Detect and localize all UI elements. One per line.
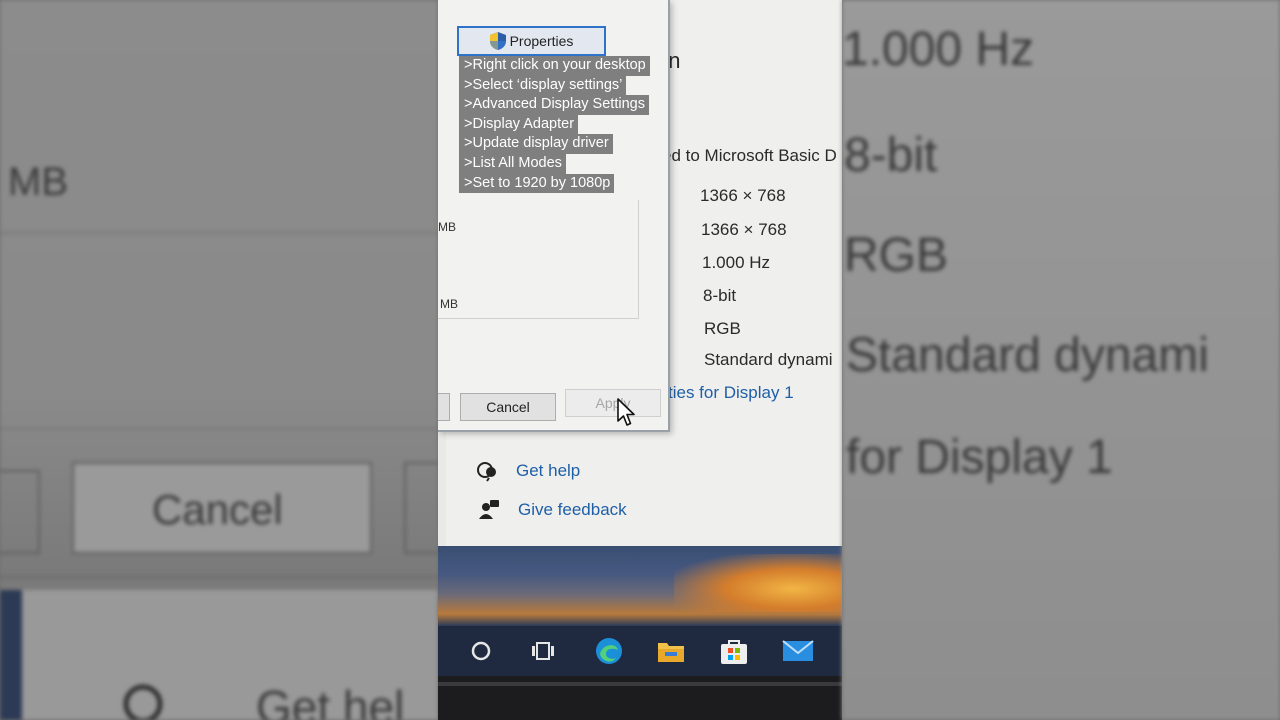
bit-depth-value: 8-bit: [703, 286, 737, 305]
blurred-get-help-label: Get hel: [256, 681, 405, 720]
sunset-glow: [674, 554, 842, 612]
blurred-taskbar-edge: [0, 590, 22, 720]
blurred-help-area: Get hel: [20, 590, 438, 720]
blurred-bit-depth: 8-bit: [844, 129, 938, 182]
blurred-display-link: for Display 1: [846, 431, 1113, 484]
active-signal-resolution-value: 1366 × 768: [701, 220, 787, 239]
desktop-resolution-value: 1366 × 768: [700, 186, 786, 205]
cortana-icon[interactable]: [465, 635, 497, 667]
ok-button[interactable]: [438, 393, 450, 421]
divider: [0, 428, 438, 430]
color-space-value: Standard dynami: [704, 350, 833, 369]
blurred-cancel-label: Cancel: [152, 486, 283, 533]
taskbar: [438, 626, 842, 676]
properties-button-label: Properties: [509, 33, 574, 49]
uac-shield-icon: [489, 32, 506, 50]
give-feedback-link[interactable]: Give feedback: [518, 500, 627, 520]
bezel-edge: [438, 682, 842, 686]
blurred-color-space: Standard dynami: [846, 329, 1209, 382]
blurred-button-edge: [404, 462, 438, 554]
mouse-cursor-icon: [617, 398, 635, 426]
task-view-icon[interactable]: [527, 635, 559, 667]
divider: [0, 232, 438, 234]
give-feedback-row[interactable]: Give feedback: [478, 499, 627, 521]
adapter-properties-link[interactable]: ties for Display 1: [668, 383, 794, 403]
memory-unit-label: MB: [440, 297, 458, 311]
color-format-value: RGB: [704, 319, 741, 338]
step-7-caption: >Set to 1920 by 1080p: [459, 173, 615, 194]
step-2-caption: >Select ‘display settings’: [459, 75, 627, 96]
right-blurred-background: 1.000 Hz 8-bit RGB Standard dynami for D…: [842, 0, 1280, 720]
properties-button[interactable]: Properties: [457, 26, 606, 56]
blurred-refresh-rate: 1.000 Hz: [842, 23, 1035, 76]
mail-icon[interactable]: [782, 635, 814, 667]
left-blurred-background: MB Cancel Get hel: [0, 0, 438, 720]
step-4-caption: >Display Adapter: [459, 114, 579, 135]
step-6-caption: >List All Modes: [459, 153, 566, 174]
store-icon[interactable]: [718, 635, 750, 667]
file-explorer-icon[interactable]: [655, 635, 687, 667]
connected-info: ed to Microsoft Basic D: [662, 146, 837, 165]
get-help-icon: [477, 462, 496, 482]
desktop-wallpaper: [438, 546, 842, 626]
step-3-caption: >Advanced Display Settings: [459, 95, 649, 115]
adapter-info-panel: [438, 200, 639, 319]
get-help-link[interactable]: Get help: [516, 461, 580, 481]
blurred-mb-text: MB: [8, 160, 68, 204]
refresh-rate-value: 1.000 Hz: [702, 253, 771, 272]
cancel-button[interactable]: Cancel: [460, 393, 556, 421]
tutorial-steps-overlay: >Right click on your desktop >Select ‘di…: [459, 56, 650, 194]
divider: [0, 576, 438, 578]
feedback-icon: [479, 500, 499, 519]
get-help-row[interactable]: Get help: [476, 460, 580, 482]
step-1-caption: >Right click on your desktop: [459, 56, 650, 76]
apply-button[interactable]: Apply: [565, 389, 661, 417]
blurred-cancel-button: Cancel: [72, 462, 372, 554]
blurred-button-edge: [0, 470, 40, 554]
step-5-caption: >Update display driver: [459, 134, 613, 154]
memory-unit-label: MB: [438, 220, 456, 234]
blurred-help-icon: [123, 684, 163, 720]
edge-icon[interactable]: [593, 635, 625, 667]
blurred-color-format: RGB: [844, 229, 949, 282]
laptop-bezel: [438, 676, 842, 720]
